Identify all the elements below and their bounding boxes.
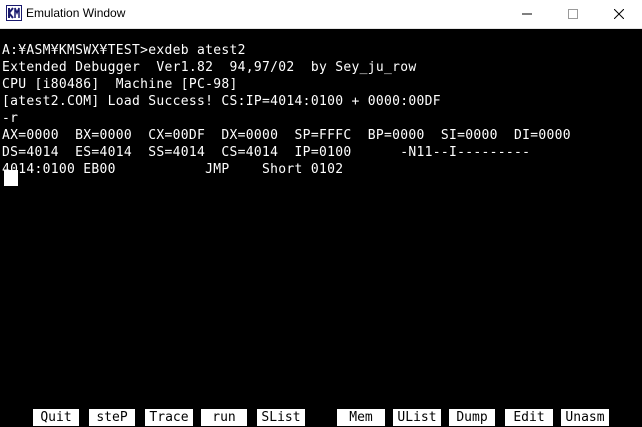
window-title: Emulation Window	[26, 6, 126, 20]
minimize-icon	[522, 13, 532, 15]
app-icon[interactable]	[6, 5, 22, 21]
terminal-line: AX=0000 BX=0000 CX=00DF DX=0000 SP=FFFC …	[2, 128, 571, 143]
function-key-bar: Quit steP Trace run SList Mem UList Dump…	[0, 409, 642, 427]
terminal-line: DS=4014 ES=4014 SS=4014 CS=4014 IP=0100 …	[2, 145, 531, 160]
terminal-line: [atest2.COM] Load Success! CS:IP=4014:01…	[2, 94, 441, 109]
fkey-trace[interactable]: Trace	[145, 409, 193, 426]
maximize-icon	[568, 9, 578, 19]
fkey-edit[interactable]: Edit	[505, 409, 553, 426]
fkey-mem[interactable]: Mem	[337, 409, 385, 426]
terminal-screen[interactable]: A:¥ASM¥KMSWX¥TEST>exdeb atest2 Extended …	[2, 42, 638, 402]
terminal-line: 4014:0100 EB00 JMP Short 0102	[2, 162, 344, 177]
minimize-button[interactable]	[504, 0, 550, 28]
terminal-line: CPU [i80486] Machine [PC-98]	[2, 77, 238, 92]
maximize-button[interactable]	[550, 0, 596, 28]
text-cursor	[4, 170, 18, 186]
close-icon	[614, 9, 624, 19]
fkey-ulist[interactable]: UList	[393, 409, 441, 426]
fkey-dump[interactable]: Dump	[449, 409, 495, 426]
fkey-quit[interactable]: Quit	[33, 409, 79, 426]
title-bar[interactable]: Emulation Window	[0, 0, 642, 29]
terminal-line: -r	[2, 111, 19, 126]
fkey-unasm[interactable]: Unasm	[561, 409, 609, 426]
fkey-slist[interactable]: SList	[257, 409, 305, 426]
close-button[interactable]	[596, 0, 642, 28]
terminal-line: A:¥ASM¥KMSWX¥TEST>exdeb atest2	[2, 43, 246, 58]
terminal-line: Extended Debugger Ver1.82 94,97/02 by Se…	[2, 60, 417, 75]
emulation-window: Emulation Window A:¥ASM¥KMSWX¥TEST>exdeb…	[0, 0, 642, 427]
fkey-run[interactable]: run	[201, 409, 247, 426]
fkey-step[interactable]: steP	[89, 409, 135, 426]
